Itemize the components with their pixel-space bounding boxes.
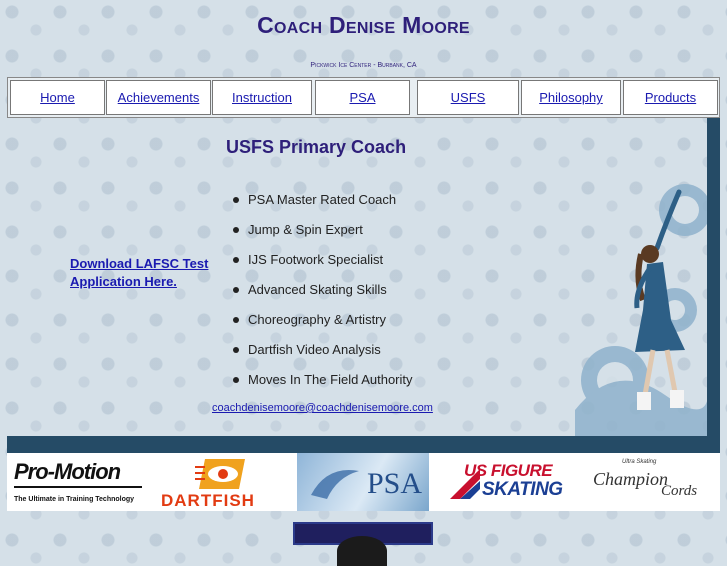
list-item: IJS Footwork Specialist xyxy=(230,250,413,280)
nav-instruction[interactable]: Instruction xyxy=(212,80,312,115)
sponsor-logos: Pro-Motion The Ultimate in Training Tech… xyxy=(7,453,720,511)
site-title: Coach Denise Moore xyxy=(257,12,470,38)
dartfish-eye-icon xyxy=(195,459,245,489)
us-figure-skating-logo[interactable]: US FIGURE SKATING xyxy=(442,453,572,511)
nav-achievements[interactable]: Achievements xyxy=(106,80,211,115)
nav-products[interactable]: Products xyxy=(623,80,718,115)
decorative-right-bar xyxy=(707,118,720,436)
nav-usfs[interactable]: USFS xyxy=(417,80,519,115)
dartfish-logo[interactable]: DARTFISH xyxy=(157,453,287,511)
site-subtitle: Pickwick Ice Center - Burbank, CA xyxy=(310,62,417,69)
page-heading: USFS Primary Coach xyxy=(226,137,407,157)
features-list: PSA Master Rated Coach Jump & Spin Exper… xyxy=(230,190,413,400)
list-item: PSA Master Rated Coach xyxy=(230,190,413,220)
list-item: Moves In The Field Authority xyxy=(230,370,413,400)
champion-cords-logo[interactable]: Ultra Skating Champion Cords xyxy=(587,453,720,511)
main-nav: Home Achievements Instruction PSA USFS P… xyxy=(7,77,720,118)
psa-logo[interactable]: PSA xyxy=(297,453,429,511)
pro-motion-logo[interactable]: Pro-Motion The Ultimate in Training Tech… xyxy=(7,453,147,511)
nav-home[interactable]: Home xyxy=(10,80,105,115)
list-item: Dartfish Video Analysis xyxy=(230,340,413,370)
skater-illustration xyxy=(575,184,707,436)
list-item: Advanced Skating Skills xyxy=(230,280,413,310)
coach-photo xyxy=(293,522,433,566)
psa-skater-icon xyxy=(311,470,359,499)
download-test-application-link[interactable]: Download LAFSC Test Application Here. xyxy=(70,255,220,291)
list-item: Jump & Spin Expert xyxy=(230,220,413,250)
decorative-bottom-bar xyxy=(7,436,720,453)
email-link[interactable]: coachdenisemoore@coachdenisemoore.com xyxy=(212,402,433,414)
nav-psa[interactable]: PSA xyxy=(315,80,410,115)
list-item: Choreography & Artistry xyxy=(230,310,413,340)
nav-philosophy[interactable]: Philosophy xyxy=(521,80,621,115)
